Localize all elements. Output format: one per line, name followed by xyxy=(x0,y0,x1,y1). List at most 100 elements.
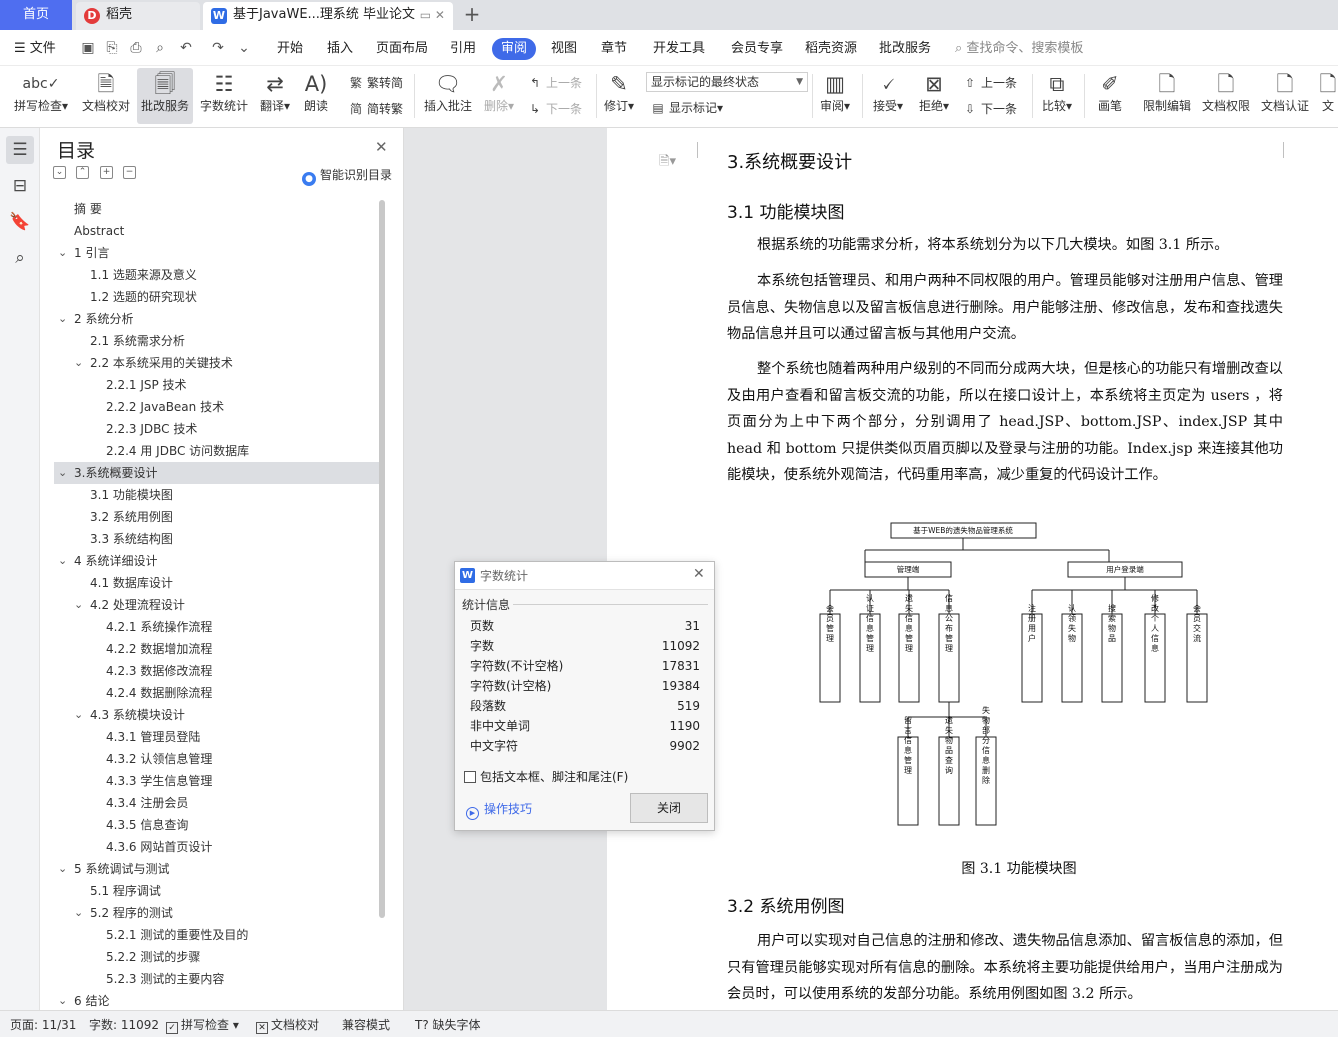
toc-item[interactable]: 4.2.3 数据修改流程 xyxy=(54,660,379,682)
reject-button[interactable]: ⊠ 拒绝▾ xyxy=(916,68,952,124)
checkbox-icon[interactable] xyxy=(464,771,476,783)
toc-item[interactable]: 4.3.5 信息查询 xyxy=(54,814,379,836)
read-aloud-button[interactable]: A) 朗读 xyxy=(299,68,333,124)
toc-item[interactable]: 2.1 系统需求分析 xyxy=(54,330,379,352)
toc-item[interactable]: 5.2.3 测试的主要内容 xyxy=(54,968,379,990)
toc-item[interactable]: 2.2.2 JavaBean 技术 xyxy=(54,396,379,418)
toc-item[interactable]: 4.3.6 网站首页设计 xyxy=(54,836,379,858)
toc-item[interactable]: 4.2.1 系统操作流程 xyxy=(54,616,379,638)
include-notes-checkbox[interactable]: 包括文本框、脚注和尾注(F) xyxy=(464,768,628,785)
toc-item[interactable]: 4.2.4 数据删除流程 xyxy=(54,682,379,704)
expand-all-icon[interactable]: ⌃ xyxy=(76,166,89,179)
doc-proof-status[interactable]: ✕ 文档校对 xyxy=(256,1017,319,1034)
toc-item[interactable]: 4.3.2 认领信息管理 xyxy=(54,748,379,770)
tips-link[interactable]: ▶ 操作技巧 xyxy=(466,800,532,820)
export-pdf-icon[interactable]: ⎘ xyxy=(104,40,120,56)
menu-member[interactable]: 会员专享 xyxy=(731,38,783,60)
chevron-down-icon[interactable]: ⌄ xyxy=(58,550,67,572)
spellcheck-status[interactable]: ✓ 拼写检查 ▾ xyxy=(166,1017,239,1034)
toc-item[interactable]: 2.2.1 JSP 技术 xyxy=(54,374,379,396)
preview-icon[interactable]: ⌕ xyxy=(152,40,168,56)
prev-comment-button[interactable]: ↰ 上一条 xyxy=(527,74,582,92)
menu-daoke-resources[interactable]: 稻壳资源 xyxy=(805,38,857,60)
to-traditional-button[interactable]: 繁繁转简 xyxy=(348,74,403,92)
tab-daoke[interactable]: D 稻壳 xyxy=(76,2,200,30)
page-indicator[interactable]: 页面: 11/31 xyxy=(10,1017,76,1033)
toc-item[interactable]: ⌄ 4.3 系统模块设计 xyxy=(54,704,379,726)
next-comment-button[interactable]: ↳ 下一条 xyxy=(527,100,582,118)
toc-item[interactable]: ⌄ 1 引言 xyxy=(54,242,379,264)
toc-item[interactable]: 4.2.2 数据增加流程 xyxy=(54,638,379,660)
toc-item[interactable]: 3.1 功能模块图 xyxy=(54,484,379,506)
toc-item[interactable]: 1.2 选题的研究现状 xyxy=(54,286,379,308)
chevron-down-icon[interactable]: ⌄ xyxy=(74,704,83,726)
command-search[interactable]: ⌕ 查找命令、搜索模板 xyxy=(955,38,1083,60)
doc-more-button[interactable]: 🗋 文 xyxy=(1318,68,1338,124)
collapse-all-icon[interactable]: ⌄ xyxy=(53,166,66,179)
revise-button[interactable]: ✎ 修订▾ xyxy=(601,68,637,124)
insert-comment-button[interactable]: 🗨 插入批注 xyxy=(420,68,476,124)
close-button[interactable]: 关闭 xyxy=(630,793,708,823)
doc-permission-button[interactable]: 🗋 文档权限 xyxy=(1199,68,1253,124)
chevron-down-icon[interactable]: ⌄ xyxy=(58,308,67,330)
close-icon[interactable]: ✕ xyxy=(693,566,705,582)
show-markup-button[interactable]: ▤ 显示标记▾ xyxy=(650,99,723,117)
chevron-down-icon[interactable]: ⌄ xyxy=(58,462,67,484)
save-icon[interactable]: ▣ xyxy=(80,40,96,56)
next-change-button[interactable]: ⇩ 下一条 xyxy=(962,100,1017,118)
more-chevron-icon[interactable]: ⌄ xyxy=(236,40,252,56)
chevron-down-icon[interactable]: ⌄ xyxy=(58,990,67,1008)
prev-change-button[interactable]: ⇧ 上一条 xyxy=(962,74,1017,92)
tab-document[interactable]: W 基于JavaWE...理系统 毕业论文 ▭ ✕ xyxy=(203,2,453,30)
toc-item[interactable]: ⌄ 3.系统概要设计 xyxy=(54,462,379,484)
word-count-button[interactable]: ☷ 字数统计 xyxy=(197,68,251,124)
outline-icon[interactable]: ⊟ xyxy=(6,172,34,200)
toc-item[interactable]: 5.1 程序调试 xyxy=(54,880,379,902)
menu-view[interactable]: 视图 xyxy=(551,38,577,60)
toc-item[interactable]: ⌄ 5.2 程序的测试 xyxy=(54,902,379,924)
toc-item[interactable]: 4.3.3 学生信息管理 xyxy=(54,770,379,792)
tab-home[interactable]: 首页 xyxy=(0,0,72,30)
doc-cert-button[interactable]: 🗋 文档认证 xyxy=(1258,68,1312,124)
toc-item[interactable]: 3.2 系统用例图 xyxy=(54,506,379,528)
toc-item[interactable]: 5.2.1 测试的重要性及目的 xyxy=(54,924,379,946)
page-layout-icon[interactable]: 🗎▾ xyxy=(659,152,676,174)
toc-item[interactable]: ⌄ 2 系统分析 xyxy=(54,308,379,330)
new-tab-button[interactable]: + xyxy=(460,2,484,28)
delete-comment-button[interactable]: ✗ 删除▾ xyxy=(481,68,517,124)
toc-item[interactable]: Abstract xyxy=(54,220,379,242)
toc-item[interactable]: 5.2.2 测试的步骤 xyxy=(54,946,379,968)
toc-item[interactable]: 2.2.3 JDBC 技术 xyxy=(54,418,379,440)
redo-icon[interactable]: ↷ xyxy=(210,40,226,56)
chevron-down-icon[interactable]: ⌄ xyxy=(74,352,83,374)
chevron-down-icon[interactable]: ⌄ xyxy=(74,594,83,616)
toc-item[interactable]: 4.3.4 注册会员 xyxy=(54,792,379,814)
toc-item[interactable]: 2.2.4 用 JDBC 访问数据库 xyxy=(54,440,379,462)
toc-item[interactable]: ⌄ 2.2 本系统采用的关键技术 xyxy=(54,352,379,374)
toc-item[interactable]: ⌄ 4 系统详细设计 xyxy=(54,550,379,572)
chevron-down-icon[interactable]: ⌄ xyxy=(58,858,67,880)
remove-heading-icon[interactable]: − xyxy=(123,166,136,179)
toc-item[interactable]: ⌄ 4.2 处理流程设计 xyxy=(54,594,379,616)
undo-icon[interactable]: ↶ xyxy=(178,40,194,56)
missing-font-status[interactable]: T? 缺失字体 xyxy=(415,1017,481,1033)
to-simplified-button[interactable]: 简简转繁 xyxy=(348,100,403,118)
smart-toc-button[interactable]: ● 智能识别目录 xyxy=(302,166,392,186)
print-icon[interactable]: ⎙ xyxy=(128,40,144,56)
chevron-down-icon[interactable]: ⌄ xyxy=(58,242,67,264)
review-pane-button[interactable]: ▥ 审阅▾ xyxy=(817,68,853,124)
menu-start[interactable]: 开始 xyxy=(277,38,303,60)
tab-close-icon[interactable]: ▭ ✕ xyxy=(420,2,445,28)
toc-item[interactable]: 摘 要 xyxy=(54,198,379,220)
menu-layout[interactable]: 页面布局 xyxy=(376,38,428,60)
word-count-indicator[interactable]: 字数: 11092 xyxy=(89,1017,159,1033)
translate-button[interactable]: ⇄ 翻译▾ xyxy=(255,68,295,124)
menu-chapter[interactable]: 章节 xyxy=(601,38,627,60)
menu-insert[interactable]: 插入 xyxy=(327,38,353,60)
compare-button[interactable]: ⧉ 比较▾ xyxy=(1038,68,1076,124)
grading-button[interactable]: 🗐 批改服务 xyxy=(137,68,193,124)
toc-panel-icon[interactable]: ☰ xyxy=(6,136,34,164)
chevron-down-icon[interactable]: ⌄ xyxy=(74,902,83,924)
menu-review[interactable]: 审阅 xyxy=(492,38,537,60)
close-icon[interactable]: ✕ xyxy=(375,138,388,156)
